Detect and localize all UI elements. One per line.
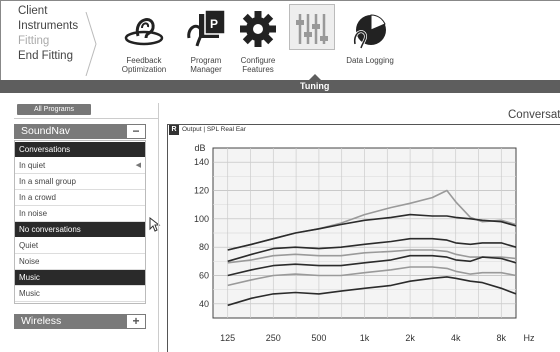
x-tick-label: 250 <box>266 333 281 343</box>
y-tick-label: 140 <box>194 157 209 167</box>
y-tick-label: 120 <box>194 186 209 196</box>
y-axis-label: dB <box>194 143 205 153</box>
y-tick-label: 40 <box>199 299 209 309</box>
y-tick-label: 80 <box>199 242 209 252</box>
x-tick-label: 8k <box>497 333 507 343</box>
x-tick-label: 2k <box>405 333 415 343</box>
y-tick-label: 100 <box>194 214 209 224</box>
y-tick-label: 60 <box>199 271 209 281</box>
x-tick-label: 1k <box>360 333 370 343</box>
x-tick-label: 125 <box>220 333 235 343</box>
x-tick-label: Hz <box>524 333 535 343</box>
x-tick-label: 500 <box>311 333 326 343</box>
gain-curve-chart: 140 120 100 80 60 40 dB 125 250 500 1k 2k 4k 8k Hz <box>194 143 535 343</box>
x-tick-label: 4k <box>451 333 461 343</box>
